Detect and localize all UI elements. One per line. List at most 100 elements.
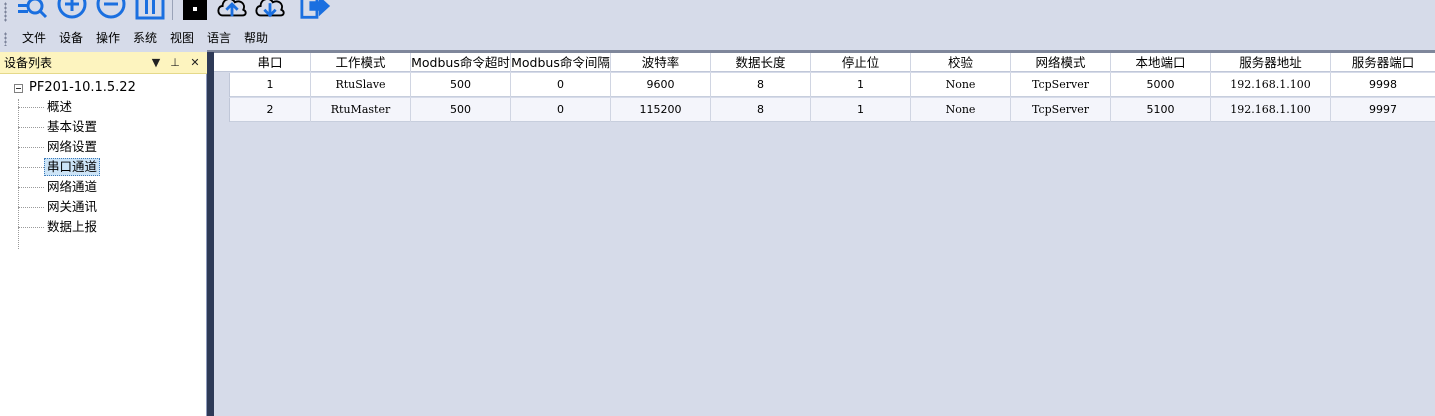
panel-pin-icon[interactable]: ⊥ (167, 54, 183, 71)
cell-modbus-timeout[interactable]: 500 (411, 98, 511, 122)
panel-title: 设备列表 (4, 56, 53, 70)
collapse-icon[interactable] (14, 83, 23, 93)
tree-branch-line (18, 186, 44, 188)
toolbar-grip[interactable] (4, 2, 7, 22)
cell-network-mode[interactable]: TcpServer (1011, 98, 1111, 122)
exit-arrow-icon (300, 0, 331, 19)
table-row[interactable]: 1 RtuSlave 500 0 9600 8 1 None TcpServer… (230, 73, 1435, 97)
menu-file[interactable]: 文件 (18, 30, 50, 47)
cell-network-mode[interactable]: TcpServer (1011, 73, 1111, 97)
tree-item-data-report[interactable]: 数据上报 (18, 217, 100, 237)
remove-button[interactable] (95, 0, 127, 20)
table-row[interactable]: 2 RtuMaster 500 0 115200 8 1 None TcpSer… (230, 98, 1435, 122)
column-header-modbus-interval[interactable]: Modbus命令间隔 (511, 53, 611, 72)
search-list-button[interactable] (16, 0, 48, 20)
cell-work-mode[interactable]: RtuSlave (311, 73, 411, 97)
pause-button[interactable] (134, 0, 166, 20)
download-button[interactable] (254, 0, 286, 20)
tree-item-label[interactable]: 基本设置 (44, 118, 100, 136)
column-header-server-address[interactable]: 服务器地址 (1211, 53, 1331, 72)
tree-branch-line (18, 206, 44, 208)
cell-parity[interactable]: None (911, 73, 1011, 97)
tree-item-basic-settings[interactable]: 基本设置 (18, 117, 100, 137)
tree-item-label[interactable]: 网络通道 (44, 178, 100, 196)
tree-item-overview[interactable]: 概述 (18, 97, 75, 117)
menu-view[interactable]: 视图 (166, 30, 198, 47)
tree-item-label[interactable]: 网络设置 (44, 138, 100, 156)
cell-data-length[interactable]: 8 (711, 98, 811, 122)
lock-icon (183, 0, 207, 20)
row-selector[interactable] (214, 98, 230, 122)
tree-root-label[interactable]: PF201-10.1.5.22 (27, 79, 138, 97)
cell-parity[interactable]: None (911, 98, 1011, 122)
column-header-network-mode[interactable]: 网络模式 (1011, 53, 1111, 72)
device-list-panel: 设备列表 ▼ ⊥ ✕ PF201-10.1.5.22 概述 基本设置 网络设置 … (0, 52, 207, 416)
tree-item-label-selected[interactable]: 串口通道 (44, 158, 101, 176)
lock-button[interactable] (180, 0, 212, 20)
tree-root[interactable]: PF201-10.1.5.22 (14, 78, 138, 98)
search-list-icon (18, 0, 48, 19)
remove-circle-icon (96, 0, 126, 19)
device-tree: PF201-10.1.5.22 概述 基本设置 网络设置 串口通道 网络通道 网… (0, 74, 206, 416)
cloud-upload-icon (217, 0, 247, 17)
menu-language[interactable]: 语言 (203, 30, 235, 47)
cell-port[interactable]: 2 (230, 98, 311, 122)
upload-button[interactable] (216, 0, 248, 20)
cell-modbus-timeout[interactable]: 500 (411, 73, 511, 97)
menu-help[interactable]: 帮助 (240, 30, 272, 47)
panel-dropdown-icon[interactable]: ▼ (148, 54, 164, 71)
column-header-local-port[interactable]: 本地端口 (1111, 53, 1211, 72)
tree-branch-line (18, 106, 44, 108)
panel-close-icon[interactable]: ✕ (187, 54, 203, 71)
row-selector[interactable] (214, 73, 230, 97)
panel-splitter[interactable] (207, 52, 214, 416)
cell-modbus-interval[interactable]: 0 (511, 73, 611, 97)
exit-button[interactable] (300, 0, 332, 20)
column-header-port[interactable]: 串口 (230, 53, 311, 72)
cell-data-length[interactable]: 8 (711, 73, 811, 97)
menu-device[interactable]: 设备 (55, 30, 87, 47)
column-header-modbus-timeout[interactable]: Modbus命令超时 (411, 53, 511, 72)
toolbar (0, 0, 1435, 26)
tree-branch-line (18, 166, 44, 168)
grid-corner[interactable] (214, 53, 230, 72)
column-header-server-port[interactable]: 服务器端口 (1331, 53, 1435, 72)
cell-work-mode[interactable]: RtuMaster (311, 98, 411, 122)
tree-item-label[interactable]: 概述 (44, 98, 75, 116)
add-circle-icon (57, 0, 87, 19)
menu-system[interactable]: 系统 (129, 30, 161, 47)
tree-branch-line (18, 146, 44, 148)
cell-server-address[interactable]: 192.168.1.100 (1211, 73, 1331, 97)
column-header-stop-bits[interactable]: 停止位 (811, 53, 911, 72)
serial-channel-grid: 串口 工作模式 Modbus命令超时 Modbus命令间隔 波特率 数据长度 停… (214, 53, 1435, 416)
cell-server-address[interactable]: 192.168.1.100 (1211, 98, 1331, 122)
cloud-download-icon (255, 0, 285, 18)
cell-server-port[interactable]: 9998 (1331, 73, 1435, 97)
pause-icon (135, 0, 165, 20)
tree-item-gateway-comm[interactable]: 网关通讯 (18, 197, 100, 217)
tree-item-network-settings[interactable]: 网络设置 (18, 137, 100, 157)
cell-port[interactable]: 1 (230, 73, 311, 97)
cell-modbus-interval[interactable]: 0 (511, 98, 611, 122)
grid-header: 串口 工作模式 Modbus命令超时 Modbus命令间隔 波特率 数据长度 停… (214, 53, 1435, 72)
cell-baud-rate[interactable]: 115200 (611, 98, 711, 122)
column-header-data-length[interactable]: 数据长度 (711, 53, 811, 72)
cell-baud-rate[interactable]: 9600 (611, 73, 711, 97)
cell-stop-bits[interactable]: 1 (811, 73, 911, 97)
menu-operate[interactable]: 操作 (92, 30, 124, 47)
cell-local-port[interactable]: 5000 (1111, 73, 1211, 97)
cell-local-port[interactable]: 5100 (1111, 98, 1211, 122)
column-header-parity[interactable]: 校验 (911, 53, 1011, 72)
menu-grip[interactable] (4, 32, 7, 46)
cell-server-port[interactable]: 9997 (1331, 98, 1435, 122)
cell-stop-bits[interactable]: 1 (811, 98, 911, 122)
add-button[interactable] (56, 0, 88, 20)
column-header-work-mode[interactable]: 工作模式 (311, 53, 411, 72)
tree-item-network-channel[interactable]: 网络通道 (18, 177, 100, 197)
tree-item-label[interactable]: 网关通讯 (44, 198, 100, 216)
toolbar-separator (172, 0, 173, 20)
tree-item-serial-channel[interactable]: 串口通道 (18, 157, 101, 177)
tree-branch-line (18, 126, 44, 128)
tree-item-label[interactable]: 数据上报 (44, 218, 100, 236)
column-header-baud-rate[interactable]: 波特率 (611, 53, 711, 72)
